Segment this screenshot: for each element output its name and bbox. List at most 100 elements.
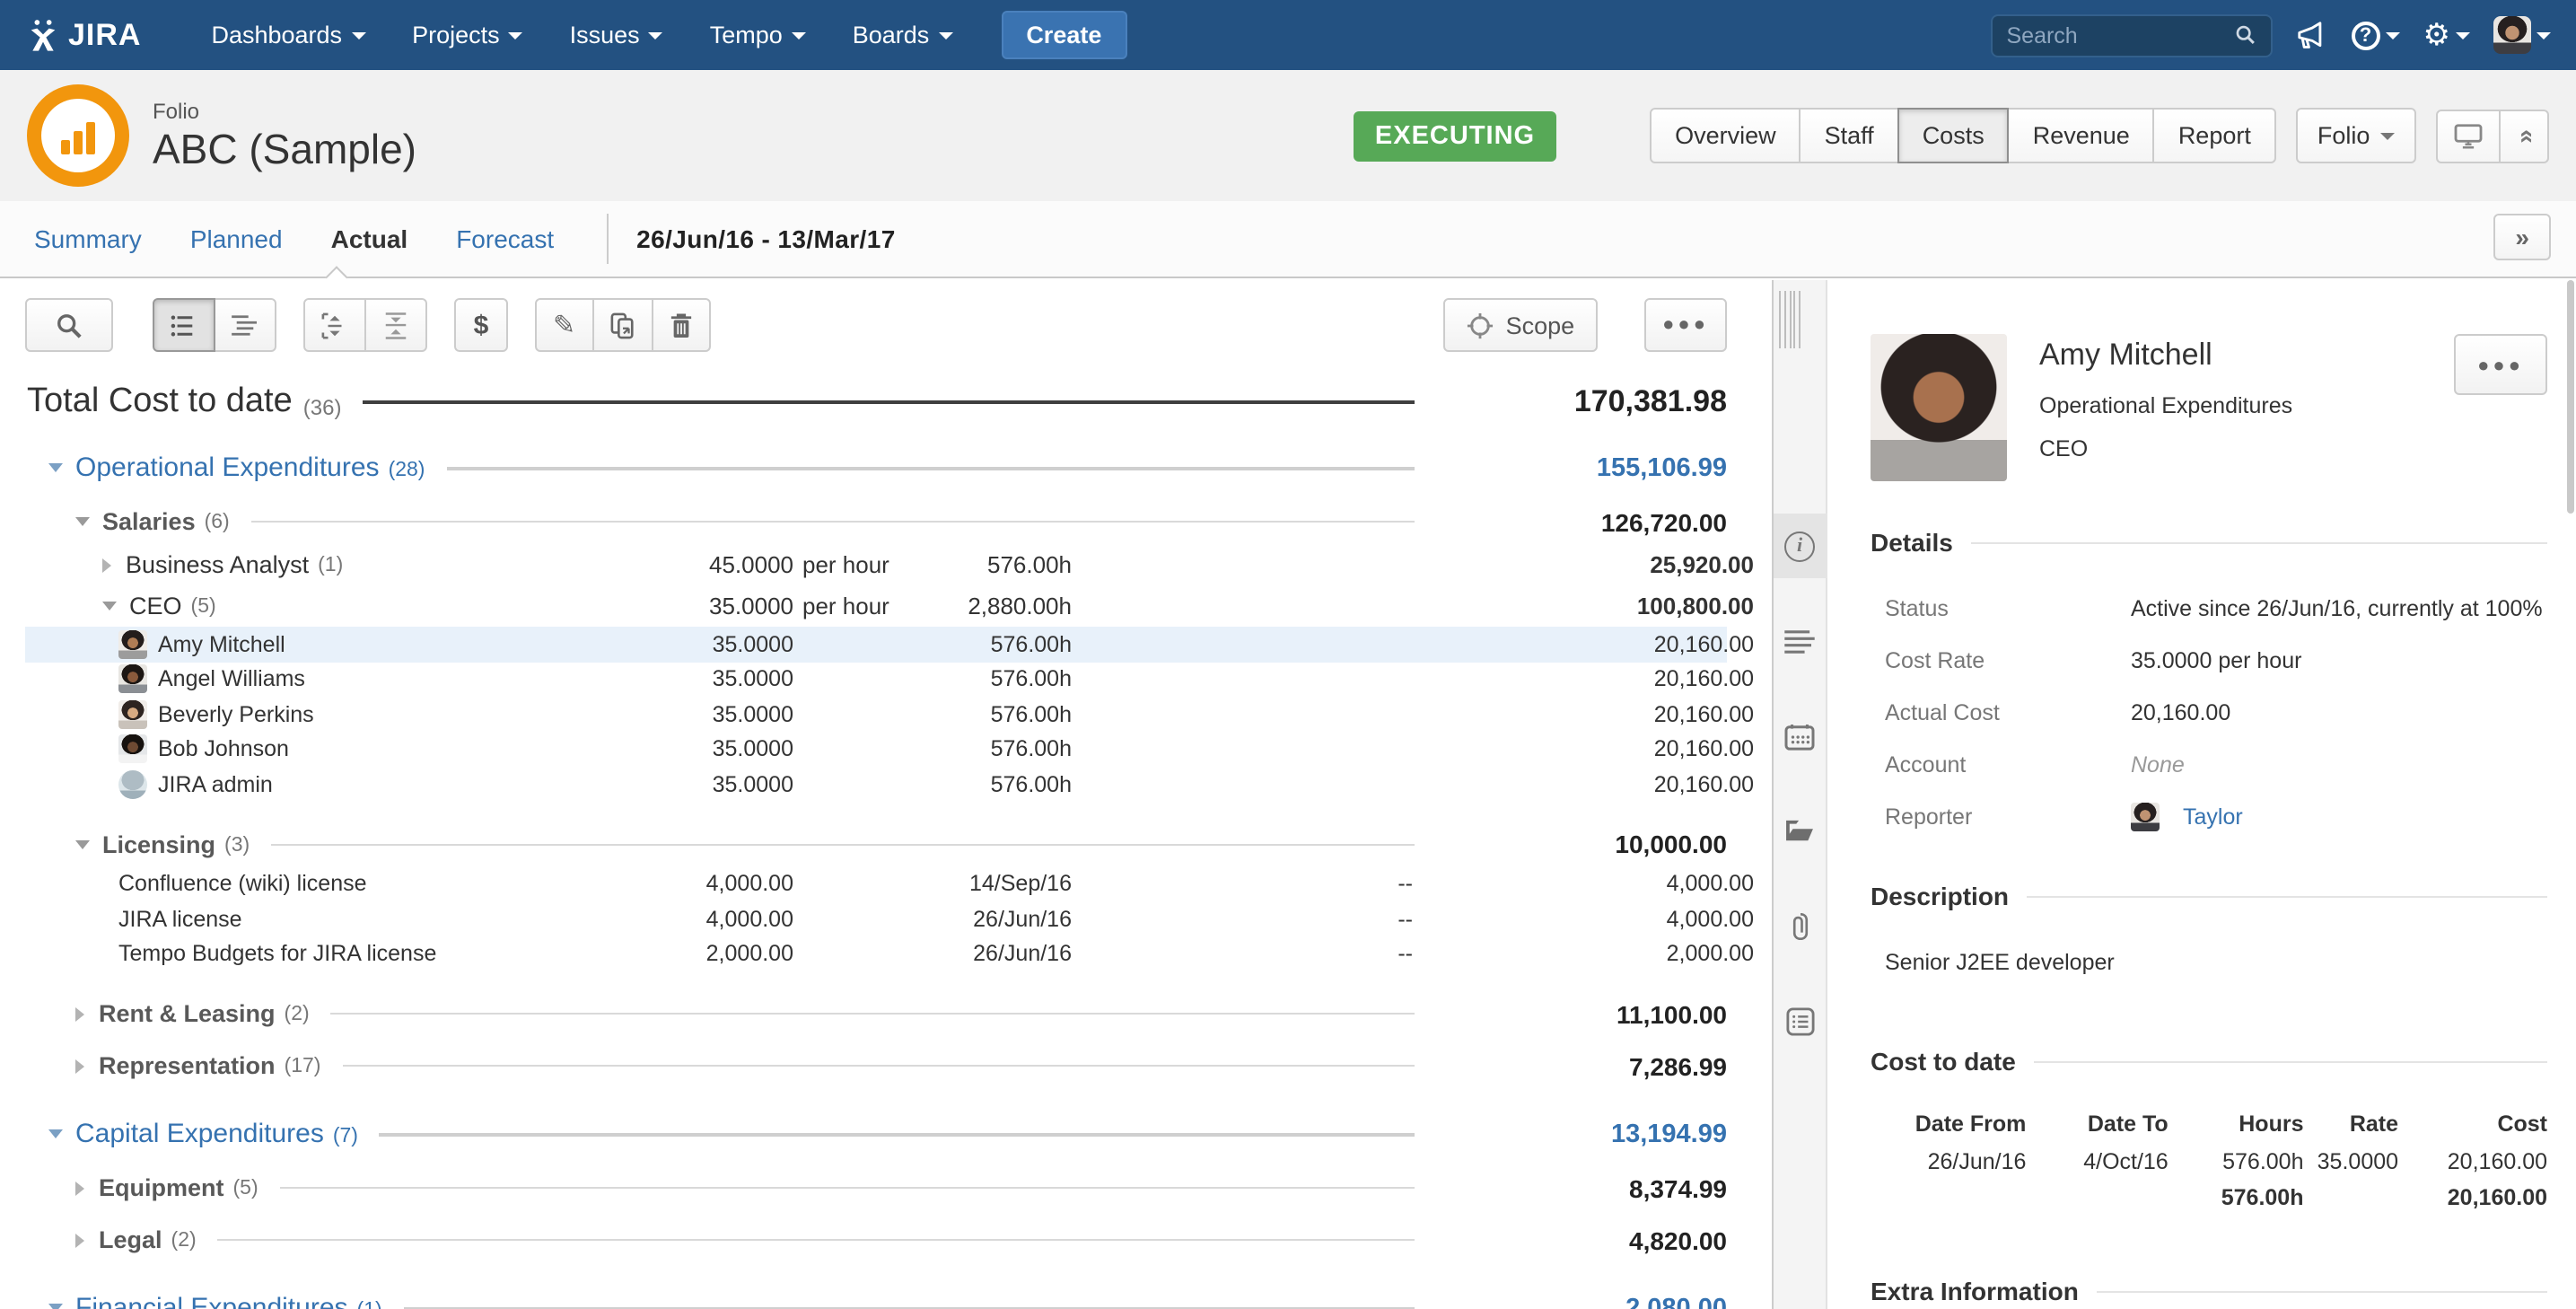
rail-tab-schedule[interactable] (1773, 704, 1827, 769)
collapse-node-icon[interactable] (48, 1129, 63, 1138)
announcements-button[interactable] (2296, 21, 2328, 49)
copy-move-button[interactable] (593, 298, 653, 352)
view-link-actual[interactable]: Actual (331, 224, 408, 253)
expand-sidebar-button[interactable]: » (2493, 214, 2551, 260)
panel-more-actions-button[interactable]: ●●● (2454, 334, 2547, 395)
ellipsis-icon: ●●● (1662, 314, 1709, 336)
list-view-icon (171, 313, 197, 337)
tree-row-sub[interactable]: Salaries(6)126,720.00 (25, 499, 1727, 544)
more-actions-button[interactable]: ●●● (1644, 298, 1727, 352)
tree-row-item[interactable]: Tempo Budgets for JIRA license2,000.0026… (25, 936, 1727, 971)
tree-row-sub[interactable]: Licensing(3)10,000.00 (25, 821, 1727, 866)
ellipsis-icon: ●●● (2477, 356, 2524, 377)
tree-row-person[interactable]: JIRA admin35.0000576.00h20,160.00 (25, 767, 1727, 802)
collapse-node-icon[interactable] (102, 602, 117, 611)
tab-revenue[interactable]: Revenue (2010, 108, 2155, 163)
tree-row-item[interactable]: Confluence (wiki) license4,000.0014/Sep/… (25, 866, 1727, 901)
view-link-planned[interactable]: Planned (190, 224, 283, 253)
tab-staff[interactable]: Staff (1801, 108, 1899, 163)
tree-row-count: (1) (357, 1299, 382, 1309)
nav-menu-tempo[interactable]: Tempo (710, 22, 806, 48)
tree-row-count: (2) (285, 1004, 310, 1025)
tree-row-title: Rent & Leasing (99, 1000, 276, 1027)
flat-list-view-button[interactable] (153, 298, 215, 352)
tree-row-sub[interactable]: Equipment(5)8,374.99 (25, 1165, 1727, 1210)
tree-row-cat[interactable]: Financial Expenditures(1)2,080.00 (25, 1284, 1727, 1309)
collapse-node-icon[interactable] (48, 463, 63, 472)
expand-node-icon[interactable] (75, 1233, 84, 1247)
empty-date-placeholder: -- (1143, 907, 1467, 932)
help-menu[interactable] (2352, 21, 2400, 49)
rail-tab-details[interactable]: i (1773, 514, 1827, 578)
date-range[interactable]: 26/Jun/16 - 13/Mar/17 (636, 224, 896, 253)
collapse-node-icon[interactable] (75, 839, 90, 848)
tree-row-cat[interactable]: Operational Expenditures(28)155,106.99 (25, 444, 1727, 492)
cost-value: 4,000.00 (1467, 872, 1754, 897)
view-link-forecast[interactable]: Forecast (456, 224, 554, 253)
rail-tab-files[interactable] (1773, 799, 1827, 864)
tree-row-title: Representation (99, 1052, 276, 1079)
rail-tab-attachments[interactable] (1773, 894, 1827, 959)
user-avatar (118, 770, 147, 799)
jira-logo[interactable]: JIRA (25, 17, 141, 53)
folio-avatar-icon (27, 84, 129, 187)
tree-row-cat[interactable]: Capital Expenditures(7)13,194.99 (25, 1110, 1727, 1158)
tree-row-person[interactable]: Beverly Perkins35.0000576.00h20,160.00 (25, 697, 1727, 732)
notes-list-icon (1785, 1007, 1814, 1036)
expand-node-icon[interactable] (102, 558, 111, 572)
scope-button[interactable]: Scope (1443, 298, 1599, 352)
collapse-header-button[interactable]: » (2501, 109, 2549, 163)
tree-row-staff[interactable]: CEO(5)35.0000per hour2,880.00h100,800.00 (25, 585, 1727, 627)
hours-value: 2,880.00h (892, 593, 1143, 619)
edit-button[interactable]: ✎ (535, 298, 593, 352)
nav-menu-projects[interactable]: Projects (412, 22, 523, 48)
nav-menu-boards[interactable]: Boards (853, 22, 953, 48)
nav-menu-dashboards[interactable]: Dashboards (211, 22, 365, 48)
nav-menu-issues[interactable]: Issues (570, 22, 663, 48)
hours-value: 576.00h (892, 702, 1143, 727)
admin-menu[interactable]: ⚙ (2423, 20, 2471, 50)
folio-dropdown-button[interactable]: Folio (2296, 108, 2417, 163)
reporter-link[interactable]: Taylor (2183, 804, 2243, 829)
rail-tab-worklog[interactable] (1773, 989, 1827, 1054)
expand-node-icon[interactable] (75, 1059, 84, 1073)
presentation-mode-button[interactable] (2436, 109, 2501, 163)
tree-row-total[interactable]: Total Cost to date(36)170,381.98 (25, 373, 1727, 431)
collapse-node-icon[interactable] (75, 517, 90, 526)
delete-button[interactable] (653, 298, 710, 352)
tree-list-view-button[interactable] (215, 298, 276, 352)
tree-row-sub[interactable]: Representation(17)7,286.99 (25, 1043, 1727, 1088)
cost-value: 155,106.99 (1440, 453, 1727, 482)
cost-value: 100,800.00 (1467, 593, 1754, 619)
panel-resize-handle[interactable] (1772, 287, 1801, 348)
view-link-summary[interactable]: Summary (34, 224, 142, 253)
expand-node-icon[interactable] (75, 1181, 84, 1195)
search-input[interactable] (2007, 22, 2235, 48)
global-search-box[interactable] (1991, 13, 2273, 57)
tab-report[interactable]: Report (2155, 108, 2276, 163)
expand-all-button[interactable] (303, 298, 366, 352)
tree-row-person[interactable]: Angel Williams35.0000576.00h20,160.00 (25, 662, 1727, 697)
tree-row-label-area: JIRA admin (25, 770, 632, 799)
entity-type-label: Folio (153, 98, 416, 123)
tree-row-person[interactable]: Bob Johnson35.0000576.00h20,160.00 (25, 732, 1727, 767)
tree-row-sub[interactable]: Rent & Leasing(2)11,100.00 (25, 991, 1727, 1036)
search-icon (2235, 23, 2256, 47)
rail-tab-description[interactable] (1773, 609, 1827, 673)
collapse-all-button[interactable] (366, 298, 427, 352)
create-button[interactable]: Create (1001, 11, 1126, 59)
search-button[interactable] (25, 298, 113, 352)
tree-row-staff[interactable]: Business Analyst(1)45.0000per hour576.00… (25, 544, 1727, 585)
tree-row-sub[interactable]: Legal(2)4,820.00 (25, 1217, 1727, 1262)
tree-row-item[interactable]: JIRA license4,000.0026/Jun/16--4,000.00 (25, 901, 1727, 936)
expand-node-icon[interactable] (75, 1006, 84, 1021)
user-menu[interactable] (2493, 16, 2551, 54)
collapse-node-icon[interactable] (48, 1304, 63, 1309)
tree-row-person[interactable]: Amy Mitchell35.0000576.00h20,160.00 (25, 627, 1727, 662)
panel-scrollbar-thumb[interactable] (2567, 280, 2574, 514)
tab-overview[interactable]: Overview (1650, 108, 1801, 163)
help-icon (2352, 21, 2380, 49)
currency-toggle-button[interactable]: $ (454, 298, 508, 352)
leader-line (380, 1132, 1415, 1136)
tab-costs[interactable]: Costs (1897, 108, 2010, 163)
